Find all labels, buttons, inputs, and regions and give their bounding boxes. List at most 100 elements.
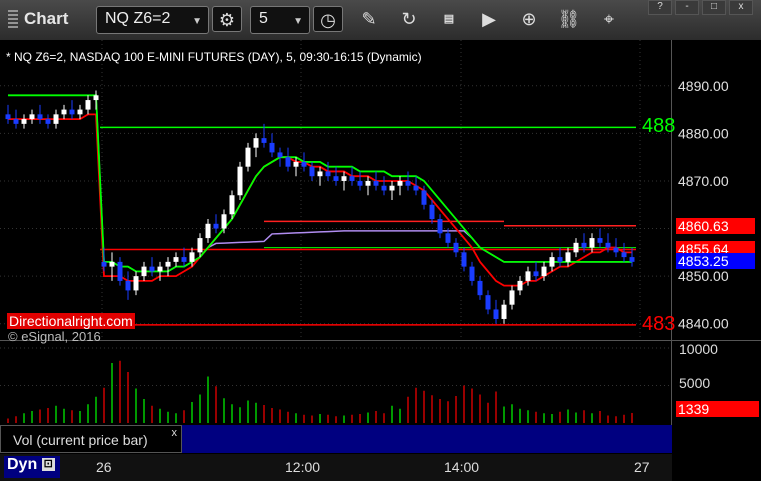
candle-body [573, 242, 579, 253]
candle-body [197, 238, 203, 253]
candle-body [133, 276, 139, 291]
candle-body [389, 185, 395, 191]
get-data-icon[interactable]: ▤ [436, 6, 462, 32]
candle-body [277, 152, 283, 158]
volume-tick-10000: 10000 [679, 341, 718, 357]
candle-body [45, 119, 51, 124]
candle-body [597, 238, 603, 243]
maximize-button[interactable]: □ [702, 0, 726, 15]
candle-body [117, 261, 123, 281]
candle-body [221, 214, 227, 229]
volume-badge: 1339 [676, 401, 759, 417]
candle-body [69, 109, 75, 115]
candle-body [253, 138, 259, 148]
candle-body [533, 271, 539, 277]
price-badge-last: 4853.25 [676, 252, 755, 269]
candle-body [285, 157, 291, 167]
pin-icon[interactable]: ⌖ [596, 6, 622, 32]
candle-body [605, 242, 611, 248]
y-tick-label: 4850.00 [678, 268, 729, 284]
level-label-upper: 488 [642, 115, 676, 138]
toolbar: Chart NQ Z6=2 ▼ ⚙ 5 ▼ ◷ ✎ ↻ ▤ ▶ ⊕ ⛓ ⌖ ? … [0, 0, 761, 41]
app-title: Chart [8, 9, 68, 29]
candle-body [213, 223, 219, 229]
symbol-lookup-button[interactable]: ⚙ [212, 6, 242, 32]
x-tick-1400: 14:00 [444, 459, 480, 475]
candle-body [29, 114, 35, 120]
candle-body [109, 261, 115, 267]
close-icon[interactable]: x [172, 427, 178, 439]
candle-body [85, 100, 91, 110]
link-icon[interactable]: ⛓ [556, 6, 582, 32]
candle-body [373, 180, 379, 186]
y-tick-label: 4840.00 [678, 316, 729, 332]
candle-body [413, 185, 419, 191]
candle-body [125, 280, 131, 291]
candle-body [237, 166, 243, 196]
candle-body [541, 266, 547, 277]
x-tick-27: 27 [634, 459, 650, 475]
zoom-icon[interactable]: ⊕ [516, 6, 542, 32]
y-tick-label: 4870.00 [678, 173, 729, 189]
candle-body [13, 119, 19, 124]
level-label-lower: 483 [642, 312, 676, 335]
dynamic-button[interactable]: Dyn ⊡ [4, 456, 60, 478]
play-icon[interactable]: ▶ [476, 6, 502, 32]
candle-body [445, 233, 451, 243]
help-button[interactable]: ? [648, 0, 672, 15]
candle-body [477, 280, 483, 296]
y-tick-label: 4890.00 [678, 78, 729, 94]
candle-body [557, 257, 563, 262]
candle-body [437, 219, 443, 234]
draw-pencil-icon[interactable]: ✎ [356, 6, 382, 32]
candle-body [621, 252, 627, 258]
candle-body [53, 114, 59, 124]
candle-body [189, 252, 195, 262]
x-tick-26: 26 [96, 459, 112, 475]
candle-body [293, 161, 299, 167]
candle-body [365, 180, 371, 186]
refresh-icon[interactable]: ↻ [396, 6, 422, 32]
candle-body [205, 223, 211, 239]
candle-body [629, 257, 635, 262]
candle-body [301, 161, 307, 167]
candle-body [93, 95, 99, 101]
candle-body [101, 261, 107, 267]
candle-body [381, 185, 387, 191]
candle-body [77, 109, 83, 115]
y-tick-label: 4880.00 [678, 125, 729, 141]
price-chart[interactable]: 4890.004880.004870.004860.004850.004840.… [0, 40, 761, 481]
candle-body [21, 119, 27, 124]
clock-icon[interactable]: ◷ [313, 6, 343, 32]
candle-body [589, 238, 595, 248]
candle-body [453, 242, 459, 253]
chart-title: * NQ Z6=2, NASDAQ 100 E-MINI FUTURES (DA… [6, 50, 422, 64]
candle-body [261, 138, 267, 143]
candle-body [325, 171, 331, 177]
candle-body [565, 252, 571, 262]
grip-icon[interactable] [8, 10, 18, 28]
candle-body [349, 176, 355, 181]
candle-body [165, 261, 171, 267]
symbol-input[interactable]: NQ Z6=2 ▼ [96, 6, 209, 34]
candle-body [157, 266, 163, 272]
lock-icon[interactable]: ⊡ [41, 458, 55, 472]
chevron-down-icon: ▼ [192, 16, 202, 27]
candle-body [397, 180, 403, 186]
candle-body [509, 290, 515, 305]
candle-body [229, 195, 235, 215]
close-button[interactable]: x [729, 0, 753, 15]
candle-body [501, 304, 507, 319]
candle-body [141, 266, 147, 277]
candle-body [309, 166, 315, 177]
minimize-button[interactable]: - [675, 0, 699, 15]
candle-body [181, 257, 187, 262]
x-tick-1200: 12:00 [285, 459, 321, 475]
interval-input[interactable]: 5 ▼ [250, 6, 310, 34]
candle-body [245, 147, 251, 167]
candle-body [581, 242, 587, 248]
candle-body [517, 280, 523, 291]
candle-body [5, 114, 11, 120]
logo-badge: Directionalright.com [7, 313, 135, 329]
candle-body [37, 114, 43, 120]
